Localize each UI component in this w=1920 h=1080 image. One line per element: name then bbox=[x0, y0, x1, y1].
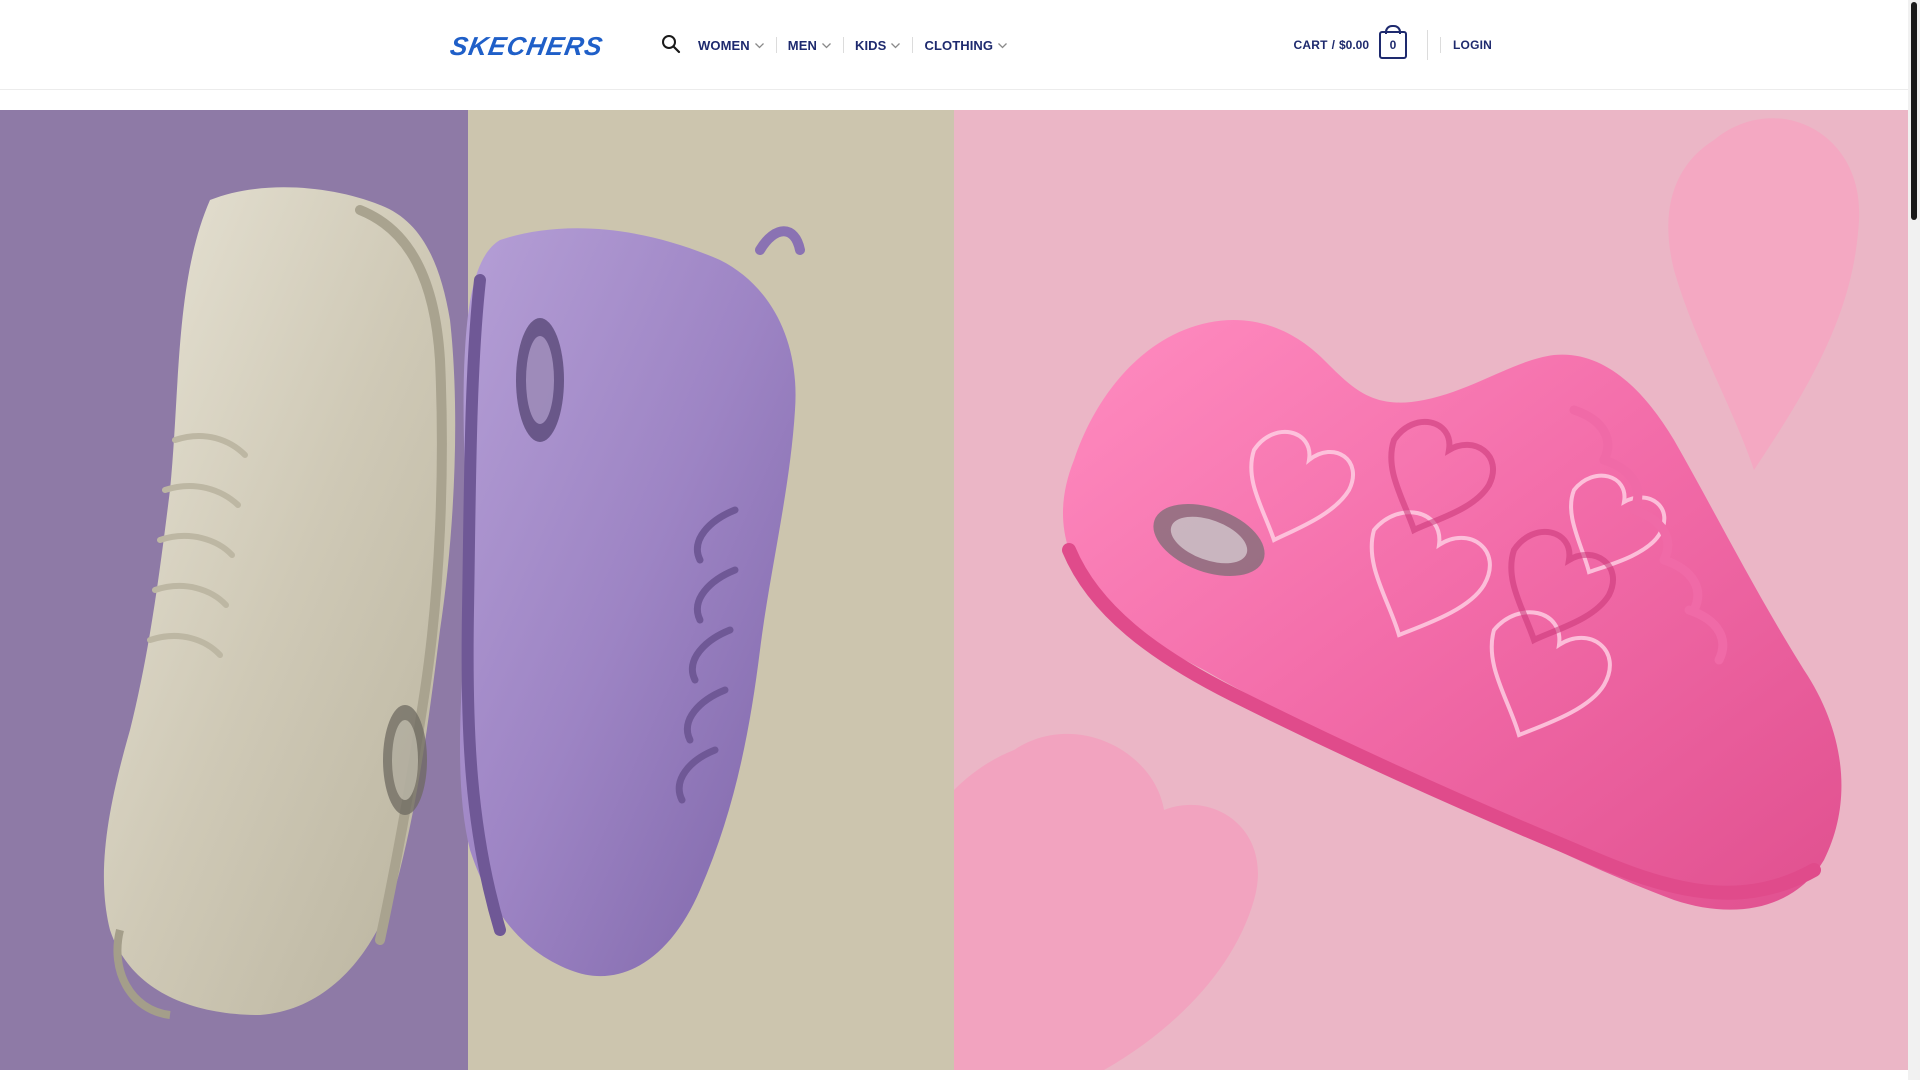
chevron-down-icon bbox=[754, 42, 764, 48]
cart-separator: / bbox=[1331, 38, 1335, 52]
skechers-logo[interactable]: SKECHERS bbox=[430, 28, 622, 62]
nav-item-men-label: MEN bbox=[787, 37, 817, 53]
scrollbar-thumb[interactable] bbox=[1911, 2, 1917, 220]
nav-item-clothing-label: CLOTHING bbox=[924, 37, 994, 53]
hero-image-right bbox=[954, 110, 1908, 1070]
nav-item-women-label: WOMEN bbox=[698, 37, 750, 53]
site-header: SKECHERS WOMEN MEN KIDS CLOTHING CART / … bbox=[0, 0, 1908, 90]
nav-item-kids[interactable]: KIDS bbox=[855, 0, 901, 90]
nav-item-clothing[interactable]: CLOTHING bbox=[924, 0, 1008, 90]
chevron-down-icon bbox=[891, 42, 901, 48]
logo-wordmark: SKECHERS bbox=[448, 31, 606, 61]
chevron-down-icon bbox=[822, 42, 831, 48]
cart-button[interactable]: CART / $0.00 0 bbox=[1293, 31, 1407, 59]
hero-banner[interactable] bbox=[0, 110, 1908, 1070]
cart-label: CART bbox=[1293, 38, 1328, 52]
header-actions: CART / $0.00 0 LOGIN bbox=[1293, 0, 1492, 90]
page: SKECHERS WOMEN MEN KIDS CLOTHING CART / … bbox=[0, 0, 1920, 1080]
main-nav: WOMEN MEN KIDS CLOTHING bbox=[698, 0, 1008, 90]
nav-item-kids-label: KIDS bbox=[854, 37, 887, 53]
chevron-down-icon bbox=[998, 42, 1008, 48]
page-scrollbar[interactable] bbox=[1908, 0, 1920, 1080]
search-icon[interactable] bbox=[660, 33, 682, 55]
nav-divider bbox=[842, 37, 844, 53]
nav-divider bbox=[775, 37, 777, 53]
hero-image-left bbox=[0, 110, 954, 1070]
nav-item-women[interactable]: WOMEN bbox=[698, 0, 765, 90]
login-link[interactable]: LOGIN bbox=[1453, 38, 1492, 52]
header-divider bbox=[1427, 30, 1428, 60]
header-inner: SKECHERS WOMEN MEN KIDS CLOTHING CART / … bbox=[430, 0, 1492, 90]
cart-count: 0 bbox=[1389, 38, 1397, 52]
nav-item-men[interactable]: MEN bbox=[788, 0, 832, 90]
cart-icon: 0 bbox=[1379, 31, 1407, 59]
cart-total: $0.00 bbox=[1338, 38, 1369, 52]
nav-divider bbox=[912, 37, 914, 53]
header-divider bbox=[1440, 37, 1441, 53]
